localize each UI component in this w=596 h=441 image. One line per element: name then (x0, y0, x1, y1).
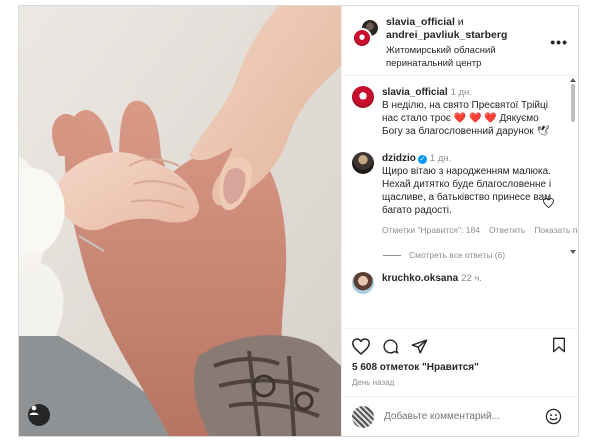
comment-body-next: kruchko.oksana 22 ч. (382, 272, 562, 294)
share-icon (411, 339, 428, 354)
collab-avatars[interactable] (352, 18, 380, 48)
share-button[interactable] (411, 338, 428, 355)
comment-item: dzidzio ✓ 1 дн. Щиро вітаю з народженням м… (352, 152, 578, 237)
header-user2-link[interactable]: andrei_pavliuk_starberg (386, 29, 507, 41)
add-comment-bar (342, 396, 578, 436)
header-user1-link[interactable]: slavia_official (386, 16, 455, 28)
caption: slavia_official 1 дн. В неділю, на свято … (352, 86, 568, 138)
comment-item-next: kruchko.oksana 22 ч. (352, 272, 568, 294)
location-link[interactable]: Житомирський обласний перинатальний цент… (386, 44, 546, 70)
comment-avatar-next[interactable] (352, 272, 374, 294)
post-photo[interactable] (19, 6, 341, 436)
comment-likes-link[interactable]: Отметки "Нравится": 184 (382, 225, 480, 235)
header-usernames: slavia_official и andrei_pavliuk_starber… (386, 16, 546, 42)
caption-hearts: ❤️ ❤️ ❤️ (453, 113, 497, 124)
like-button[interactable] (352, 338, 370, 355)
comment-translate-link[interactable]: Показать пере (534, 225, 578, 235)
caption-body: slavia_official 1 дн. В неділю, на свято … (382, 86, 562, 138)
header-and: и (457, 16, 464, 28)
replies-dash (383, 254, 401, 256)
bookmark-icon (553, 337, 565, 353)
avatar-slavia[interactable] (352, 28, 372, 48)
post-header: slavia_official и andrei_pavliuk_starber… (342, 6, 578, 76)
post-date[interactable]: День назад (342, 373, 578, 387)
scroll-down-arrow[interactable] (570, 250, 576, 254)
comment-username[interactable]: dzidzio (382, 153, 416, 164)
photo-illustration (19, 6, 341, 436)
comment-time-next[interactable]: 22 ч. (461, 273, 482, 284)
emoji-icon (545, 408, 562, 425)
view-replies-button[interactable]: Смотреть все ответы (6) (383, 250, 568, 260)
comment-button[interactable] (382, 338, 399, 355)
save-button[interactable] (552, 337, 566, 358)
action-bar (342, 328, 578, 358)
scroll-up-arrow[interactable] (570, 78, 576, 82)
user-tag-button[interactable] (28, 404, 50, 426)
comment-avatar[interactable] (352, 152, 374, 174)
comment-like-heart-icon[interactable] (543, 198, 554, 208)
emoji-button[interactable] (545, 408, 562, 430)
scrollbar-thumb[interactable] (571, 84, 575, 122)
comment-reply-button[interactable]: Ответить (489, 225, 525, 235)
caption-time[interactable]: 1 дн. (451, 87, 472, 98)
comments-list[interactable]: slavia_official 1 дн. В неділю, на свято … (342, 76, 578, 328)
likes-count[interactable]: 5 608 отметок "Нравится" (342, 358, 578, 373)
caption-avatar[interactable] (352, 86, 374, 108)
user-tag-icon (29, 405, 39, 415)
verified-badge-icon: ✓ (417, 155, 427, 164)
header-text: slavia_official и andrei_pavliuk_starber… (386, 16, 546, 75)
post-modal: slavia_official и andrei_pavliuk_starber… (18, 5, 579, 437)
comment-meta: Отметки "Нравится": 184 Ответить Показать … (382, 224, 578, 237)
comment-icon (383, 339, 399, 354)
add-comment-input[interactable] (384, 411, 534, 422)
comment-text-line2: Нехай дитятко буде благословенне і щасли… (382, 179, 552, 216)
comment-body: dzidzio ✓ 1 дн. Щиро вітаю з народженням м… (382, 152, 578, 237)
caption-text: В неділю, на свято Пресвятої Трійці нас … (382, 99, 562, 138)
more-options-button[interactable]: ••• (550, 35, 568, 49)
comment-text-line1: Щиро вітаю з народженням малюка. (382, 166, 551, 177)
comment-username-next[interactable]: kruchko.oksana (382, 273, 458, 284)
view-replies-label: Смотреть все ответы (6) (409, 250, 506, 260)
post-sidebar: slavia_official и andrei_pavliuk_starber… (341, 6, 578, 436)
comment-time[interactable]: 1 дн. (430, 153, 451, 164)
current-user-avatar[interactable] (352, 405, 374, 428)
caption-username[interactable]: slavia_official (382, 87, 448, 98)
heart-icon (352, 338, 370, 355)
